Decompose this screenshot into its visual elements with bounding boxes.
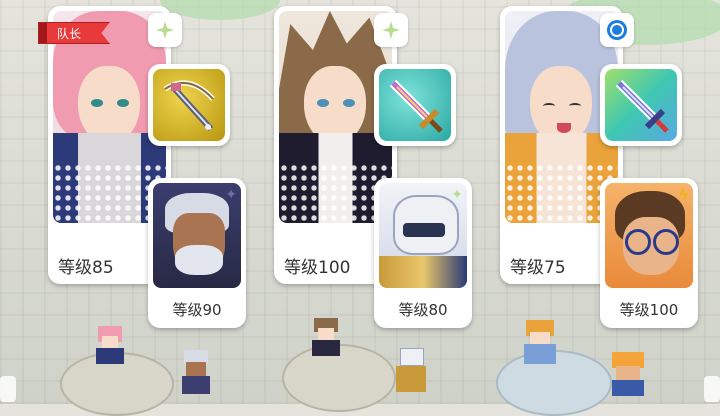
sparkle-icon [148,13,182,47]
lightning-icon: ϟ [678,185,689,204]
scroll-left-arrow[interactable] [0,376,16,402]
crossbow-icon [163,80,215,132]
support-card[interactable]: ϟ 等级100 [600,178,698,328]
pixel-hero-unit[interactable] [308,318,344,358]
team-slot-1[interactable]: 等级85 队长 ✦ 等级90 [38,3,252,328]
sparkle-icon [374,13,408,47]
support-portrait: ϟ [605,183,693,288]
support-portrait: ✦ [379,183,467,288]
sword-icon [615,79,669,133]
pixel-hero-unit[interactable] [92,326,128,366]
support-level-label: 等级100 [619,301,679,319]
sword-icon [389,79,443,133]
weapon-card[interactable] [374,64,456,146]
weapon-card[interactable] [600,64,682,146]
weapon-card[interactable] [148,64,230,146]
target-icon [600,13,634,47]
support-level-label: 等级80 [398,301,448,319]
pixel-support-unit[interactable] [392,348,430,396]
support-card[interactable]: ✦ 等级90 [148,178,246,328]
support-card[interactable]: ✦ 等级80 [374,178,472,328]
team-slot-3[interactable]: 等级75 ϟ 等级100 [496,3,704,328]
team-slot-2[interactable]: 等级100 ✦ 等级80 [270,3,478,328]
sparkle-icon: ✦ [451,187,463,203]
pixel-hero-unit[interactable] [520,320,560,366]
support-portrait: ✦ [153,183,241,288]
pixel-support-unit[interactable] [608,352,648,398]
leader-tag: 队长 [38,22,110,44]
support-level-label: 等级90 [172,301,222,319]
sparkle-icon: ✦ [225,187,237,203]
pixel-support-unit[interactable] [178,350,214,396]
scroll-right-arrow[interactable] [704,376,720,402]
